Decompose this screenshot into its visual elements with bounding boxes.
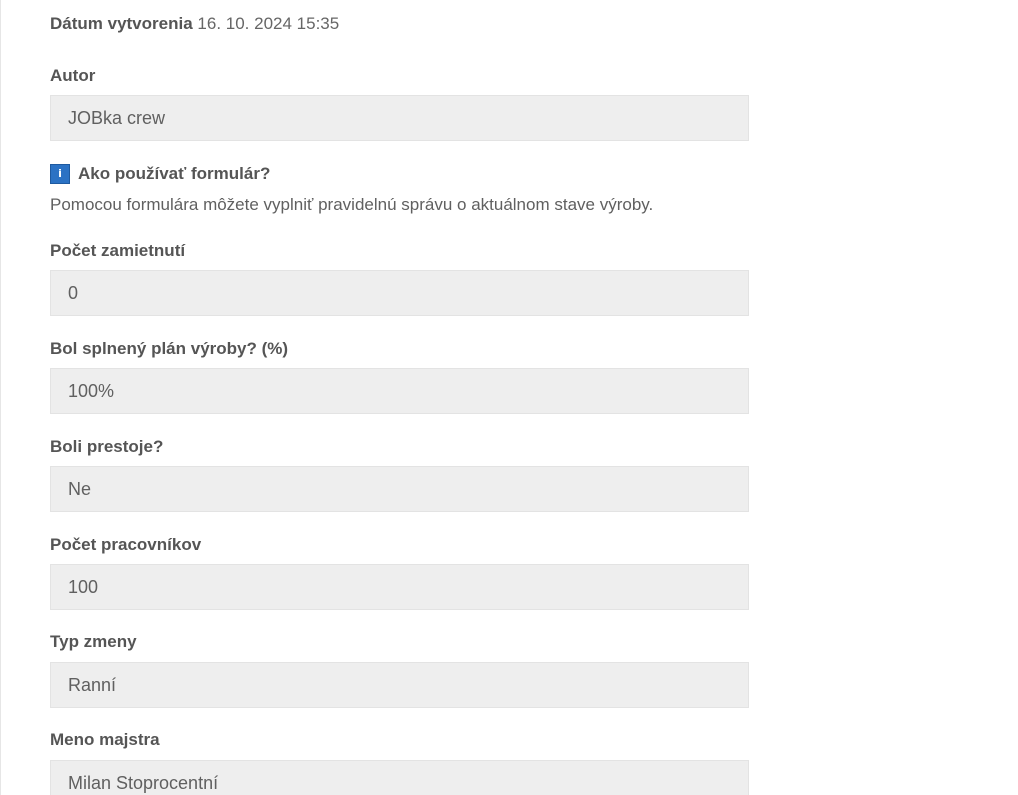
author-field[interactable]: JOBka crew (50, 95, 749, 141)
downtime-label: Boli prestoje? (50, 437, 164, 456)
author-label: Autor (50, 66, 96, 85)
plan-fulfilled-field[interactable]: 100% (50, 368, 749, 414)
shift-type-label: Typ zmeny (50, 632, 137, 651)
plan-fulfilled-label: Bol splnený plán výroby? (%) (50, 339, 289, 358)
created-date-value: 16. 10. 2024 15:35 (197, 14, 340, 33)
workers-count-field[interactable]: 100 (50, 564, 749, 610)
form-help-title: Ako používať formulár? (78, 164, 271, 183)
foreman-name-field[interactable]: Milan Stoprocentní (50, 760, 749, 795)
created-date-label: Dátum vytvorenia (50, 14, 193, 33)
rejections-label: Počet zamietnutí (50, 241, 186, 260)
downtime-field[interactable]: Ne (50, 466, 749, 512)
form-help-text: Pomocou formulára môžete vyplniť pravide… (50, 195, 654, 214)
shift-type-field[interactable]: Ranní (50, 662, 749, 708)
info-icon: i (50, 164, 70, 184)
form-help-heading: i Ako používať formulár? (50, 163, 270, 185)
rejections-field[interactable]: 0 (50, 270, 749, 316)
report-detail-page: Dátum vytvorenia 16. 10. 2024 15:35 Auto… (0, 0, 1018, 795)
created-date-row: Dátum vytvorenia 16. 10. 2024 15:35 (50, 12, 339, 36)
foreman-name-label: Meno majstra (50, 730, 160, 749)
workers-count-label: Počet pracovníkov (50, 535, 202, 554)
